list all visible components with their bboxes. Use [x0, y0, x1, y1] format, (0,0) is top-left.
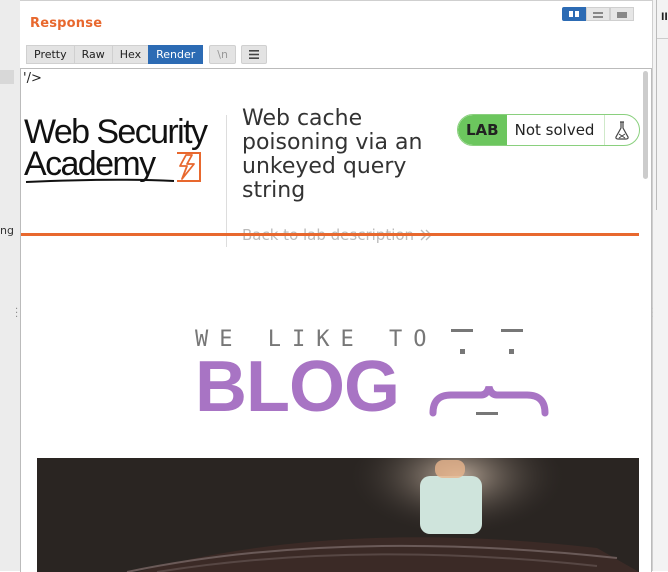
left-panel-selection[interactable]	[0, 70, 14, 84]
newline-toggle-button[interactable]: \n	[209, 45, 236, 64]
left-panel-text-fragment: ng	[0, 224, 14, 237]
tab-render[interactable]: Render	[148, 45, 204, 64]
hamburger-icon[interactable]	[240, 45, 267, 64]
message-view-tabs: Pretty Raw Hex Render \n	[26, 45, 267, 64]
lab-state-label: Not solved	[507, 115, 606, 145]
header-accent-line	[21, 233, 639, 236]
lab-title: Web cache poisoning via an unkeyed query…	[242, 106, 423, 203]
left-resize-grip[interactable]: · · ·	[15, 305, 19, 323]
stray-markup-text: '/>	[23, 71, 42, 86]
web-security-academy-logo[interactable]: Web Security Academy	[24, 113, 224, 183]
right-panel-line	[657, 38, 668, 39]
blog-wordmark: BLOG	[195, 347, 400, 427]
split-columns-icon[interactable]	[562, 7, 586, 21]
left-side-panel: ng	[0, 0, 21, 571]
header-divider	[226, 115, 227, 247]
candle-photo-icon[interactable]	[37, 458, 639, 572]
emoticon-face-icon	[429, 329, 549, 417]
right-side-panel: ll	[652, 0, 668, 571]
tab-hex[interactable]: Hex	[111, 45, 150, 64]
logo-line-1: Web Security	[24, 113, 208, 151]
blog-header-logo: WE LIKE TO BLOG	[195, 327, 437, 427]
single-pane-icon[interactable]	[610, 7, 634, 21]
flask-icon	[605, 115, 639, 145]
lab-badge: LAB	[458, 115, 507, 145]
lab-status-widget: LAB Not solved	[457, 114, 641, 146]
rendered-response-view[interactable]: '/> Web Security Academy Web cache poiso…	[20, 68, 652, 572]
panel-title: Response	[30, 16, 103, 31]
right-panel-divider	[656, 0, 657, 210]
vertical-scrollbar[interactable]	[643, 71, 648, 179]
lightning-bolt-icon	[177, 152, 201, 182]
tab-raw[interactable]: Raw	[73, 45, 113, 64]
pause-icon[interactable]: ll	[661, 12, 668, 23]
split-rows-icon[interactable]	[586, 7, 610, 21]
tab-pretty[interactable]: Pretty	[26, 45, 75, 64]
view-layout-toggle	[562, 7, 634, 21]
